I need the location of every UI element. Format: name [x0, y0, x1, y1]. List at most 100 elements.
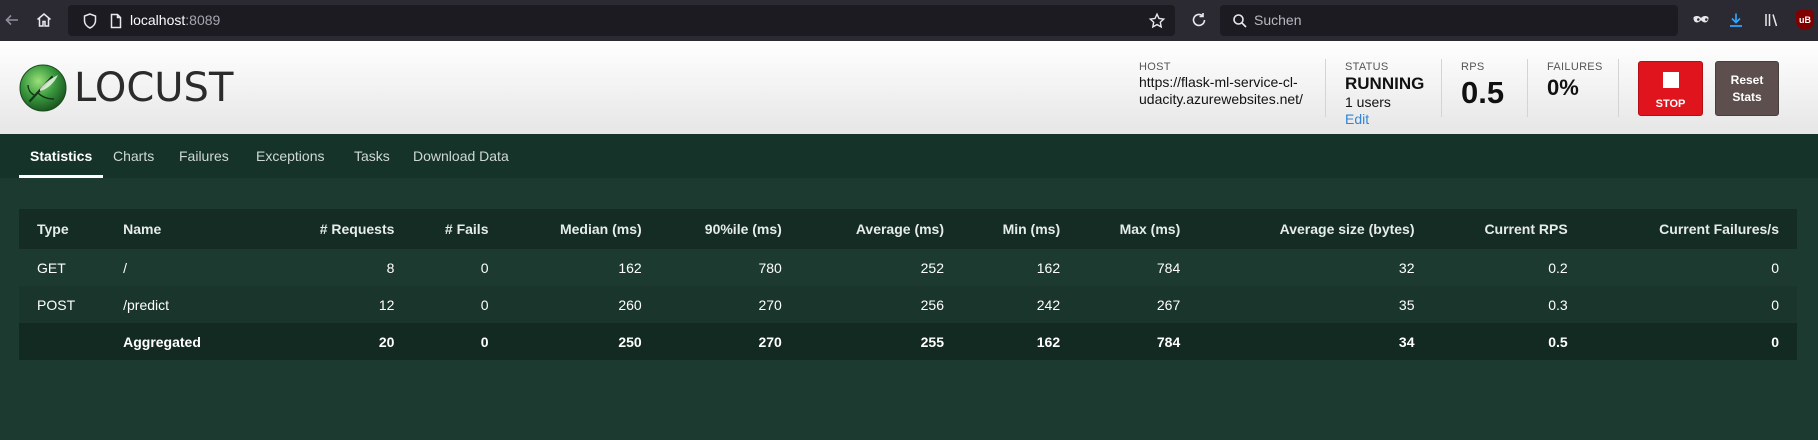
- url-port: :8089: [185, 12, 221, 28]
- cell-requests: 12: [250, 286, 395, 323]
- column-header[interactable]: Name: [123, 209, 251, 249]
- column-header[interactable]: # Requests: [250, 209, 395, 249]
- cell-name: Aggregated: [123, 323, 251, 360]
- column-header[interactable]: Type: [19, 209, 124, 249]
- cell-avg-size: 35: [1180, 286, 1415, 323]
- url-text: localhost:8089: [130, 12, 220, 28]
- cell-avg-size: 32: [1180, 249, 1415, 286]
- reset-stats-button[interactable]: Reset Stats: [1715, 61, 1779, 116]
- stats-table-container: Type Name # Requests # Fails Median (ms)…: [19, 209, 1797, 360]
- tab-tasks[interactable]: Tasks: [354, 134, 390, 178]
- cell-median: 260: [488, 286, 642, 323]
- failures-info: FAILURES 0%: [1547, 61, 1603, 101]
- cell-max: 784: [1060, 249, 1181, 286]
- header-divider: [1618, 59, 1619, 117]
- host-label: HOST: [1139, 61, 1171, 73]
- cell-type: GET: [19, 249, 124, 286]
- cell-current-rps: 0.2: [1414, 249, 1568, 286]
- tab-download-data[interactable]: Download Data: [413, 134, 509, 178]
- cell-current-failures: 0: [1567, 323, 1797, 360]
- aggregated-row: Aggregated 20 0 250 270 255 162 784 34 0…: [19, 323, 1797, 360]
- search-placeholder: Suchen: [1254, 12, 1302, 28]
- rps-label: RPS: [1461, 61, 1485, 73]
- cell-median: 250: [488, 323, 642, 360]
- cell-fails: 0: [394, 323, 489, 360]
- cell-current-failures: 0: [1567, 249, 1797, 286]
- failures-label: FAILURES: [1547, 61, 1603, 73]
- active-tab-indicator: [19, 175, 103, 178]
- status-value: RUNNING: [1345, 74, 1425, 93]
- host-info: HOST https://flask-ml-service-cl-udacity…: [1139, 61, 1309, 108]
- status-label: STATUS: [1345, 61, 1389, 73]
- logo-text: LOCUST: [74, 65, 234, 111]
- cell-avg-size: 34: [1180, 323, 1415, 360]
- cell-type: POST: [19, 286, 124, 323]
- table-row: POST /predict 12 0 260 270 256 242 267 3…: [19, 286, 1797, 323]
- page-icon[interactable]: [104, 9, 128, 33]
- header-divider: [1441, 59, 1442, 117]
- home-icon[interactable]: [32, 8, 56, 32]
- browser-toolbar: localhost:8089 Suchen uB: [0, 0, 1818, 41]
- failures-value: 0%: [1547, 75, 1579, 100]
- cell-average: 252: [781, 249, 944, 286]
- cell-min: 242: [944, 286, 1061, 323]
- url-host: localhost: [130, 12, 186, 28]
- download-icon[interactable]: [1724, 8, 1748, 32]
- column-header[interactable]: # Fails: [394, 209, 489, 249]
- tab-bar: Statistics Charts Failures Exceptions Ta…: [0, 134, 1818, 178]
- cell-current-rps: 0.5: [1414, 323, 1568, 360]
- cell-min: 162: [944, 323, 1061, 360]
- search-bar[interactable]: Suchen: [1220, 5, 1678, 36]
- cell-90pct: 780: [641, 249, 782, 286]
- cell-min: 162: [944, 249, 1061, 286]
- column-header[interactable]: Average (ms): [781, 209, 944, 249]
- tab-charts[interactable]: Charts: [113, 134, 154, 178]
- reload-icon[interactable]: [1187, 8, 1211, 32]
- column-header[interactable]: Min (ms): [944, 209, 1061, 249]
- rps-value: 0.5: [1461, 75, 1505, 110]
- shield-icon[interactable]: [78, 9, 102, 33]
- header-divider: [1325, 59, 1326, 117]
- cell-name: /predict: [123, 286, 251, 323]
- column-header[interactable]: Median (ms): [488, 209, 642, 249]
- tab-failures[interactable]: Failures: [179, 134, 229, 178]
- reset-stats-label: Reset Stats: [1730, 73, 1764, 104]
- cell-type: [19, 323, 124, 360]
- table-header-row: Type Name # Requests # Fails Median (ms)…: [19, 209, 1797, 249]
- column-header[interactable]: Current RPS: [1414, 209, 1568, 249]
- column-header[interactable]: Current Failures/s: [1567, 209, 1797, 249]
- cell-fails: 0: [394, 286, 489, 323]
- library-icon[interactable]: [1760, 8, 1784, 32]
- bookmark-star-icon[interactable]: [1145, 9, 1169, 33]
- private-mask-icon[interactable]: [1689, 8, 1713, 32]
- stats-table: Type Name # Requests # Fails Median (ms)…: [19, 209, 1797, 360]
- cell-90pct: 270: [641, 323, 782, 360]
- address-bar[interactable]: localhost:8089: [68, 5, 1175, 36]
- cell-name: /: [123, 249, 251, 286]
- column-header[interactable]: 90%ile (ms): [641, 209, 782, 249]
- cell-requests: 20: [250, 323, 395, 360]
- column-header[interactable]: Max (ms): [1060, 209, 1181, 249]
- rps-info: RPS 0.5: [1461, 61, 1504, 111]
- cell-current-failures: 0: [1567, 286, 1797, 323]
- cell-average: 255: [781, 323, 944, 360]
- edit-users-link[interactable]: Edit: [1345, 111, 1424, 127]
- table-row: GET / 8 0 162 780 252 162 784 32 0.2 0: [19, 249, 1797, 286]
- tab-statistics[interactable]: Statistics: [30, 134, 92, 178]
- stop-label: STOP: [1655, 98, 1686, 110]
- column-header[interactable]: Average size (bytes): [1180, 209, 1415, 249]
- cell-max: 267: [1060, 286, 1181, 323]
- ublock-extension-icon[interactable]: uB: [1796, 10, 1814, 30]
- status-info: STATUS RUNNING 1 users Edit: [1345, 61, 1424, 127]
- app-header: LOCUST HOST https://flask-ml-service-cl-…: [0, 41, 1818, 134]
- stop-button[interactable]: STOP: [1638, 61, 1703, 116]
- stop-icon: [1663, 72, 1679, 88]
- cell-requests: 8: [250, 249, 395, 286]
- users-count: 1 users: [1345, 94, 1391, 110]
- cell-max: 784: [1060, 323, 1181, 360]
- cell-current-rps: 0.3: [1414, 286, 1568, 323]
- back-arrow-icon[interactable]: [0, 8, 24, 32]
- cell-average: 256: [781, 286, 944, 323]
- cell-median: 162: [488, 249, 642, 286]
- tab-exceptions[interactable]: Exceptions: [256, 134, 324, 178]
